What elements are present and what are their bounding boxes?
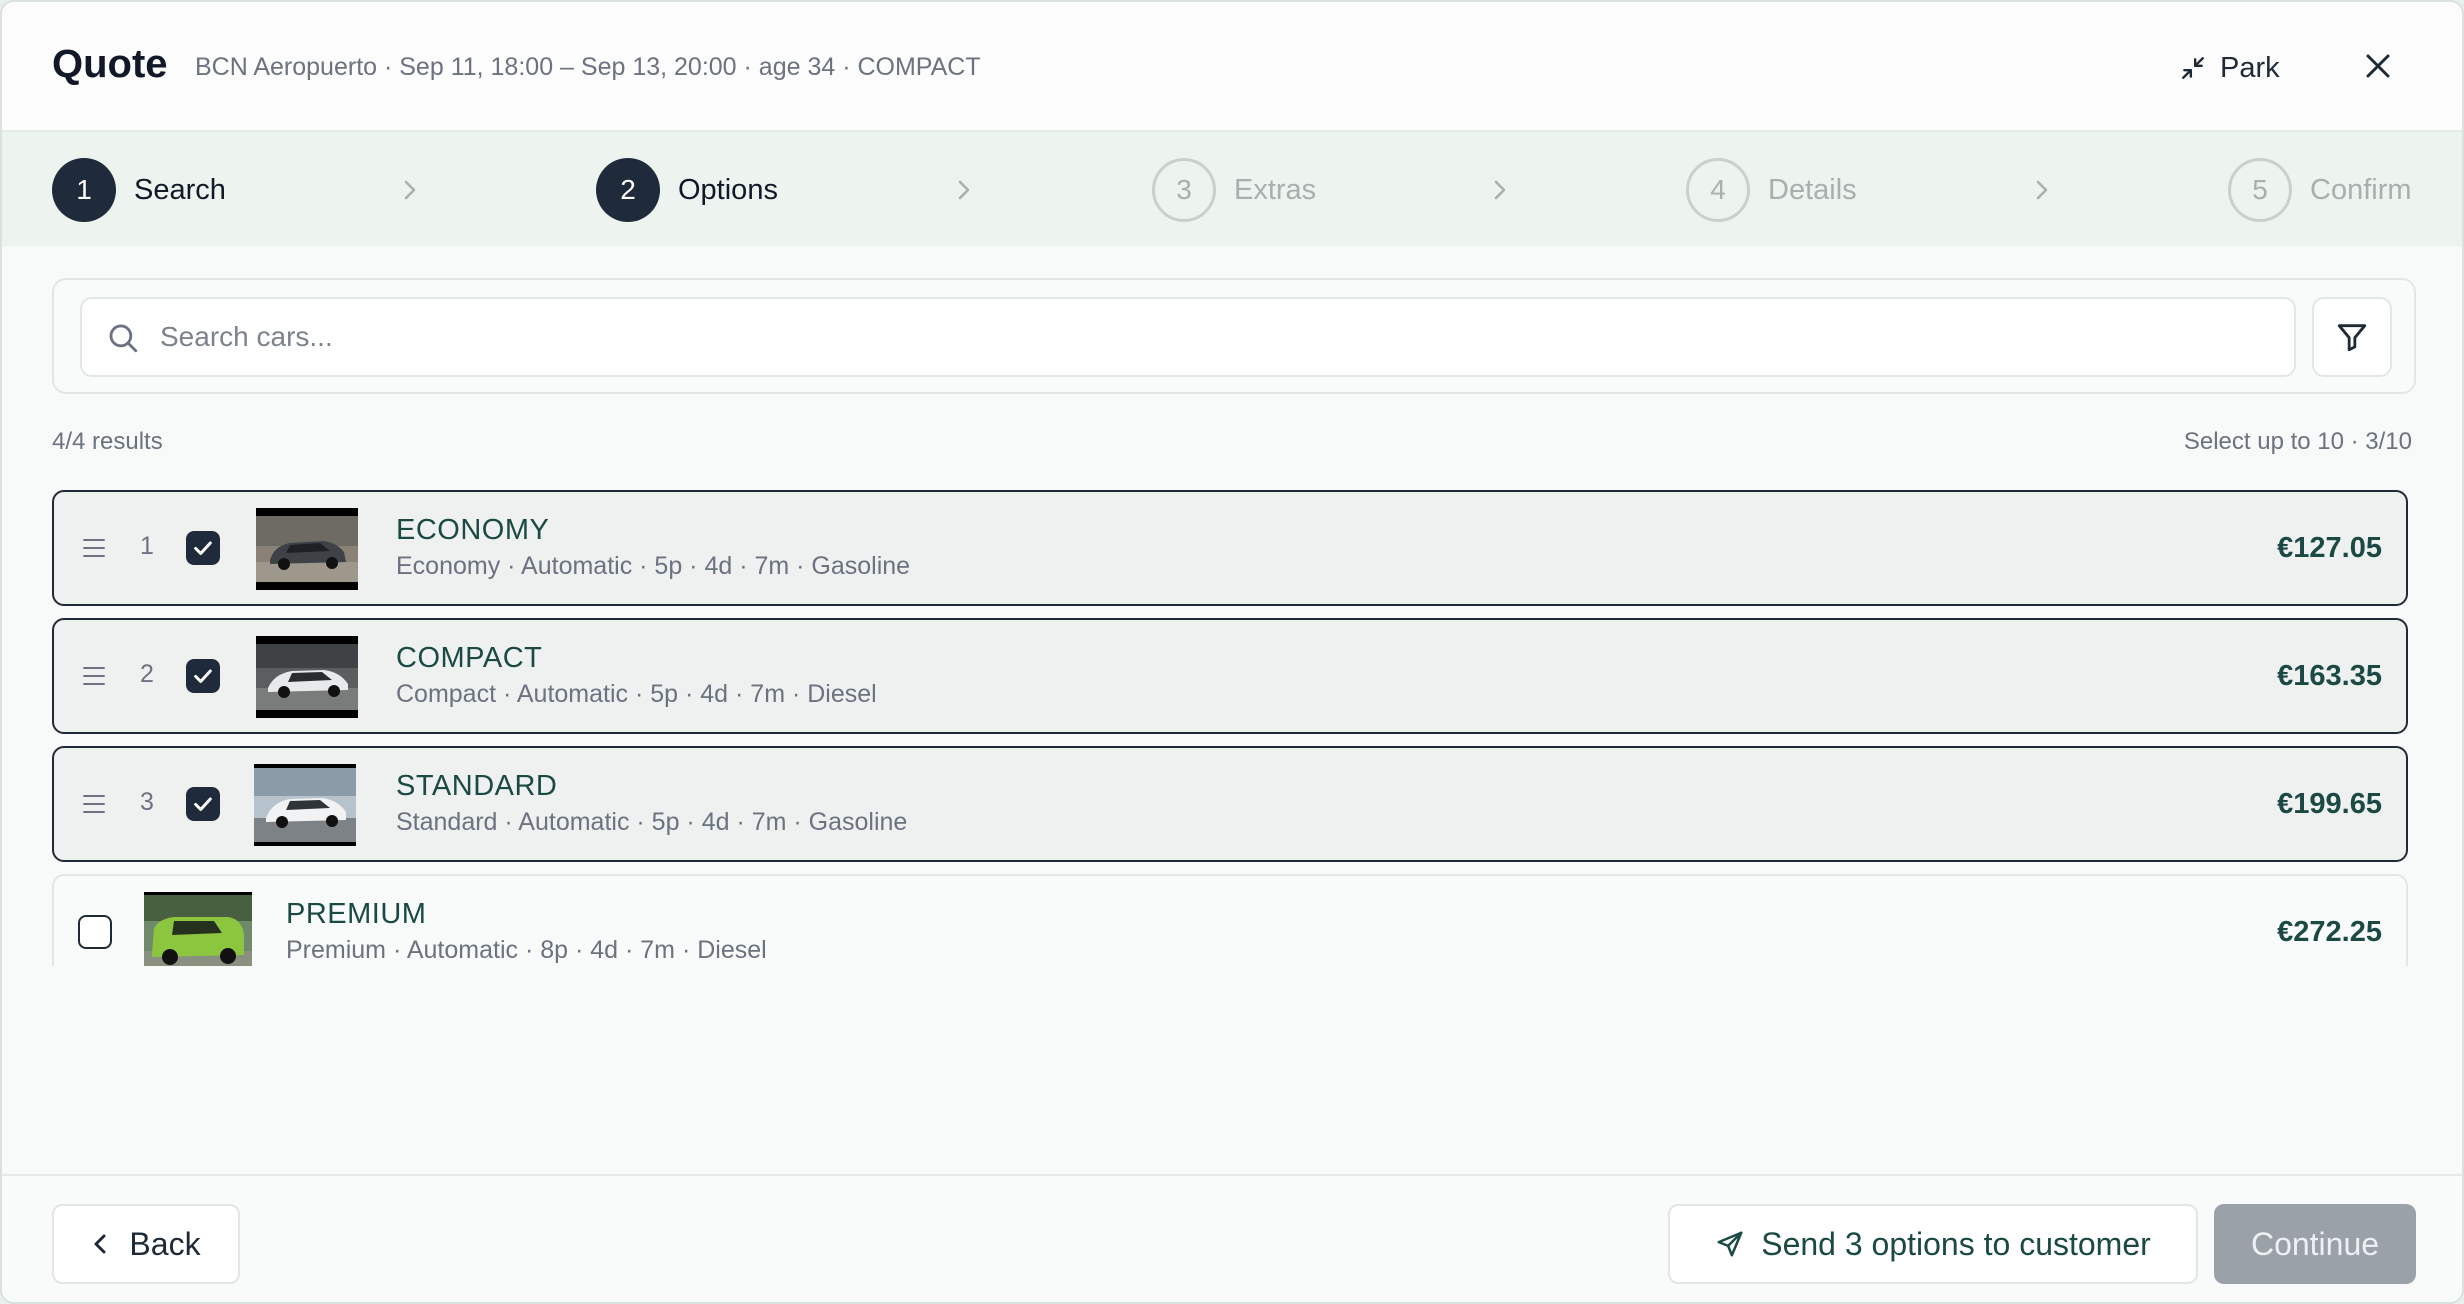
step-number: 5 [2228,158,2292,222]
step-label: Details [1768,173,1857,206]
car-specs: Compact · Automatic · 5p · 4d · 7m · Die… [396,680,877,708]
step-extras[interactable]: 3 Extras [1152,158,1316,222]
car-image [256,508,358,590]
chevron-right-icon [2036,180,2048,200]
search-panel [52,278,2416,394]
close-button[interactable] [2354,42,2402,90]
select-checkbox[interactable] [186,787,220,821]
step-label: Confirm [2310,173,2412,206]
step-number: 1 [52,158,116,222]
check-icon [194,797,212,811]
minimize-icon [2182,57,2204,79]
send-label: Send 3 options to customer [1761,1225,2151,1262]
modal-footer: Back Send 3 options to customer Continue [2,1174,2462,1302]
step-search[interactable]: 1 Search [52,158,226,222]
wizard-stepper: 1 Search 2 Options 3 Extras 4 Details 5 … [2,132,2462,246]
car-list: 1 ECONOMY Economy · Automatic · 5p · 4d … [52,490,2408,966]
drag-handle-icon[interactable] [82,537,106,559]
car-row-economy[interactable]: 1 ECONOMY Economy · Automatic · 5p · 4d … [52,490,2408,606]
step-label: Search [134,173,226,206]
back-button[interactable]: Back [52,1204,240,1284]
rank-number: 3 [140,788,154,816]
car-image [254,764,356,846]
continue-button[interactable]: Continue [2214,1204,2416,1284]
step-options[interactable]: 2 Options [596,158,778,222]
step-number: 3 [1152,158,1216,222]
back-label: Back [129,1225,201,1262]
search-input[interactable] [160,299,2260,375]
send-options-button[interactable]: Send 3 options to customer [1668,1204,2198,1284]
car-specs: Premium · Automatic · 8p · 4d · 7m · Die… [286,936,767,964]
car-price: €272.25 [2277,916,2382,948]
search-icon [109,324,138,353]
select-checkbox[interactable] [186,531,220,565]
park-button[interactable]: Park [2180,44,2280,92]
car-image [256,636,358,718]
car-category-name: STANDARD [396,770,558,802]
select-checkbox[interactable] [186,659,220,693]
filter-button[interactable] [2312,297,2392,377]
check-icon [194,669,212,683]
step-number: 4 [1686,158,1750,222]
chevron-right-icon [1494,180,1506,200]
chevron-left-icon [94,1234,106,1254]
selection-limit: Select up to 10 · 3/10 [2183,428,2412,455]
step-number: 2 [596,158,660,222]
step-confirm[interactable]: 5 Confirm [2228,158,2412,222]
car-category-name: ECONOMY [396,514,550,546]
rank-number: 1 [140,532,154,560]
car-row-premium[interactable]: PREMIUM Premium · Automatic · 8p · 4d · … [52,874,2408,966]
close-icon [2366,54,2390,78]
filter-icon [2337,324,2367,352]
car-category-name: PREMIUM [286,898,427,930]
car-price: €127.05 [2277,532,2382,564]
page-title: Quote [52,42,168,86]
step-label: Options [678,173,778,206]
search-field[interactable] [80,297,2296,377]
results-count: 4/4 results [52,428,163,455]
drag-handle-icon[interactable] [82,665,106,687]
chevron-right-icon [958,180,970,200]
quote-modal: Quote BCN Aeropuerto · Sep 11, 18:00 – S… [0,0,2464,1304]
rank-number: 2 [140,660,154,688]
car-category-name: COMPACT [396,642,543,674]
car-price: €163.35 [2277,660,2382,692]
car-price: €199.65 [2277,788,2382,820]
step-details[interactable]: 4 Details [1686,158,1857,222]
car-image [144,892,252,966]
car-specs: Standard · Automatic · 5p · 4d · 7m · Ga… [396,808,908,836]
drag-handle-icon[interactable] [82,793,106,815]
car-row-compact[interactable]: 2 COMPACT Compact · Automatic · 5p · 4d … [52,618,2408,734]
select-checkbox[interactable] [78,915,112,949]
car-specs: Economy · Automatic · 5p · 4d · 7m · Gas… [396,552,911,580]
step-label: Extras [1234,173,1317,206]
check-icon [194,541,212,555]
chevron-right-icon [404,180,416,200]
send-icon [1717,1231,1743,1257]
car-row-standard[interactable]: 3 STANDARD Standard · Automatic · 5p · 4… [52,746,2408,862]
modal-header: Quote BCN Aeropuerto · Sep 11, 18:00 – S… [2,2,2462,132]
park-label: Park [2220,51,2280,84]
quote-summary: BCN Aeropuerto · Sep 11, 18:00 – Sep 13,… [195,53,981,81]
